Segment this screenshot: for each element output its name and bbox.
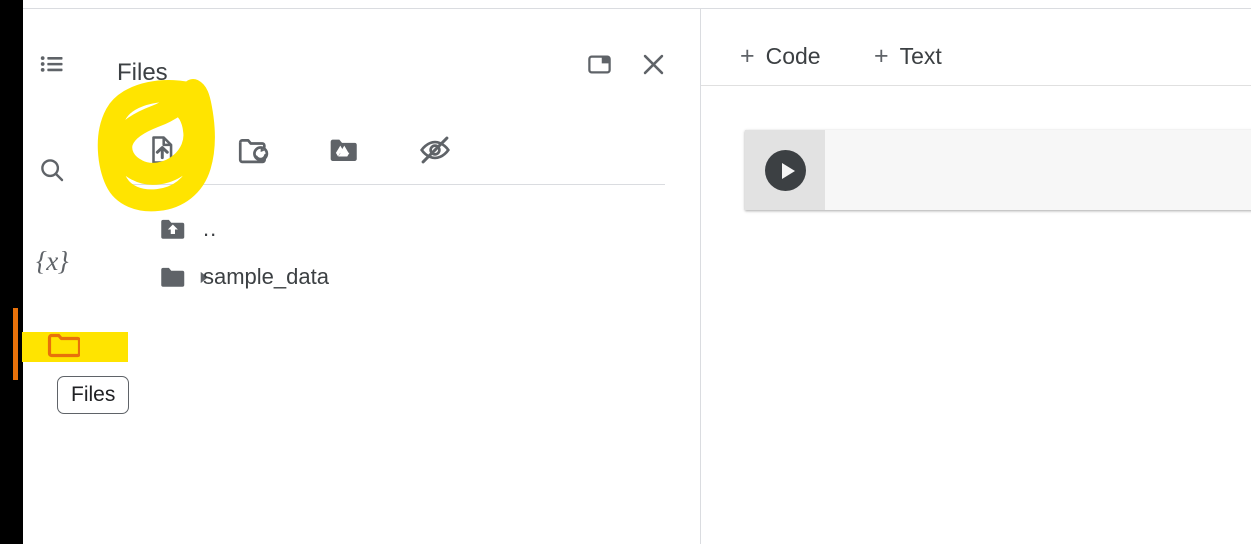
search-icon [37,155,67,185]
toggle-panel-button[interactable] [577,45,621,89]
list-icon [38,50,66,78]
files-panel: Files .. sample_data [81,9,701,544]
mount-drive-button[interactable] [313,121,375,183]
toggle-hidden-files-button[interactable] [404,121,466,183]
sidebar-item-variables[interactable]: {x} [23,237,81,285]
tree-label-sample-data: sample_data [203,264,329,289]
page-title: Files [117,59,168,86]
tree-row-parent[interactable]: .. [81,205,700,253]
folder-refresh-icon [236,133,270,172]
left-icon-rail: {x} [23,9,81,544]
eye-off-icon [418,133,452,172]
close-icon [639,50,668,84]
add-text-cell-button[interactable]: + Text [874,39,942,73]
folder-up-icon [156,214,190,244]
notebook-toolbar: + Code + Text [701,9,1251,86]
add-code-label: Code [765,42,821,69]
folder-icon [156,262,190,292]
list-menu-button[interactable] [23,40,81,88]
add-text-label: Text [899,42,942,69]
code-cell[interactable] [745,130,1251,210]
run-cell-button[interactable] [765,150,806,191]
tree-label-parent: .. [203,216,218,241]
panel-layout-icon [586,51,613,83]
files-rail-folder-icon-highlighted [47,332,82,360]
toolbar-divider [115,184,665,185]
code-cell-gutter [745,130,825,210]
files-tooltip: Files [57,376,130,415]
add-code-cell-button[interactable]: + Code [740,39,821,73]
google-drive-folder-icon [327,133,361,172]
tree-row-sample-data[interactable]: sample_data [81,253,700,301]
files-rail-active-indicator [13,308,18,380]
plus-icon: + [740,41,755,70]
notebook-pane: + Code + Text [701,9,1251,544]
refresh-button[interactable] [222,121,284,183]
upload-file-icon [145,133,179,172]
file-tree: .. sample_data [81,205,700,301]
files-panel-header: Files [81,9,700,93]
variables-icon: {x} [35,245,69,276]
close-panel-button[interactable] [631,45,675,89]
play-icon [781,162,795,179]
upload-to-session-storage-button[interactable] [131,121,193,183]
files-toolbar [109,121,669,183]
screen: {x} Files .. sample_data + Code + Text F… [0,0,1251,544]
plus-icon: + [874,41,889,70]
sidebar-item-search[interactable] [23,146,81,194]
